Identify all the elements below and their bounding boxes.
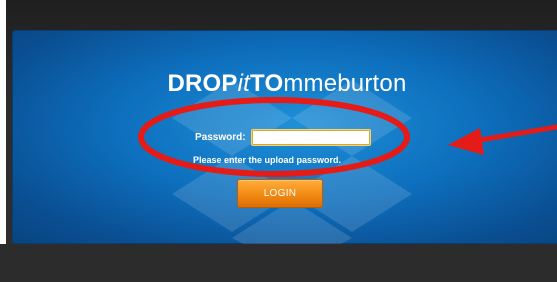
- login-panel: DROPitTOmmeburton Password: Please enter…: [12, 30, 557, 244]
- password-input[interactable]: [251, 129, 370, 145]
- footer-area: [0, 244, 557, 282]
- page-title: DROPitTOmmeburton: [12, 70, 557, 98]
- password-row: Password:: [195, 128, 370, 146]
- window-edge: [0, 0, 6, 282]
- title-drop: DROP: [167, 70, 238, 97]
- title-it: it: [237, 70, 251, 97]
- password-hint: Please enter the upload password.: [193, 155, 342, 165]
- title-name: mmeburton: [283, 70, 407, 97]
- password-label: Password:: [195, 131, 246, 143]
- title-to: TO: [250, 70, 284, 97]
- login-button[interactable]: LOGIN: [237, 179, 323, 208]
